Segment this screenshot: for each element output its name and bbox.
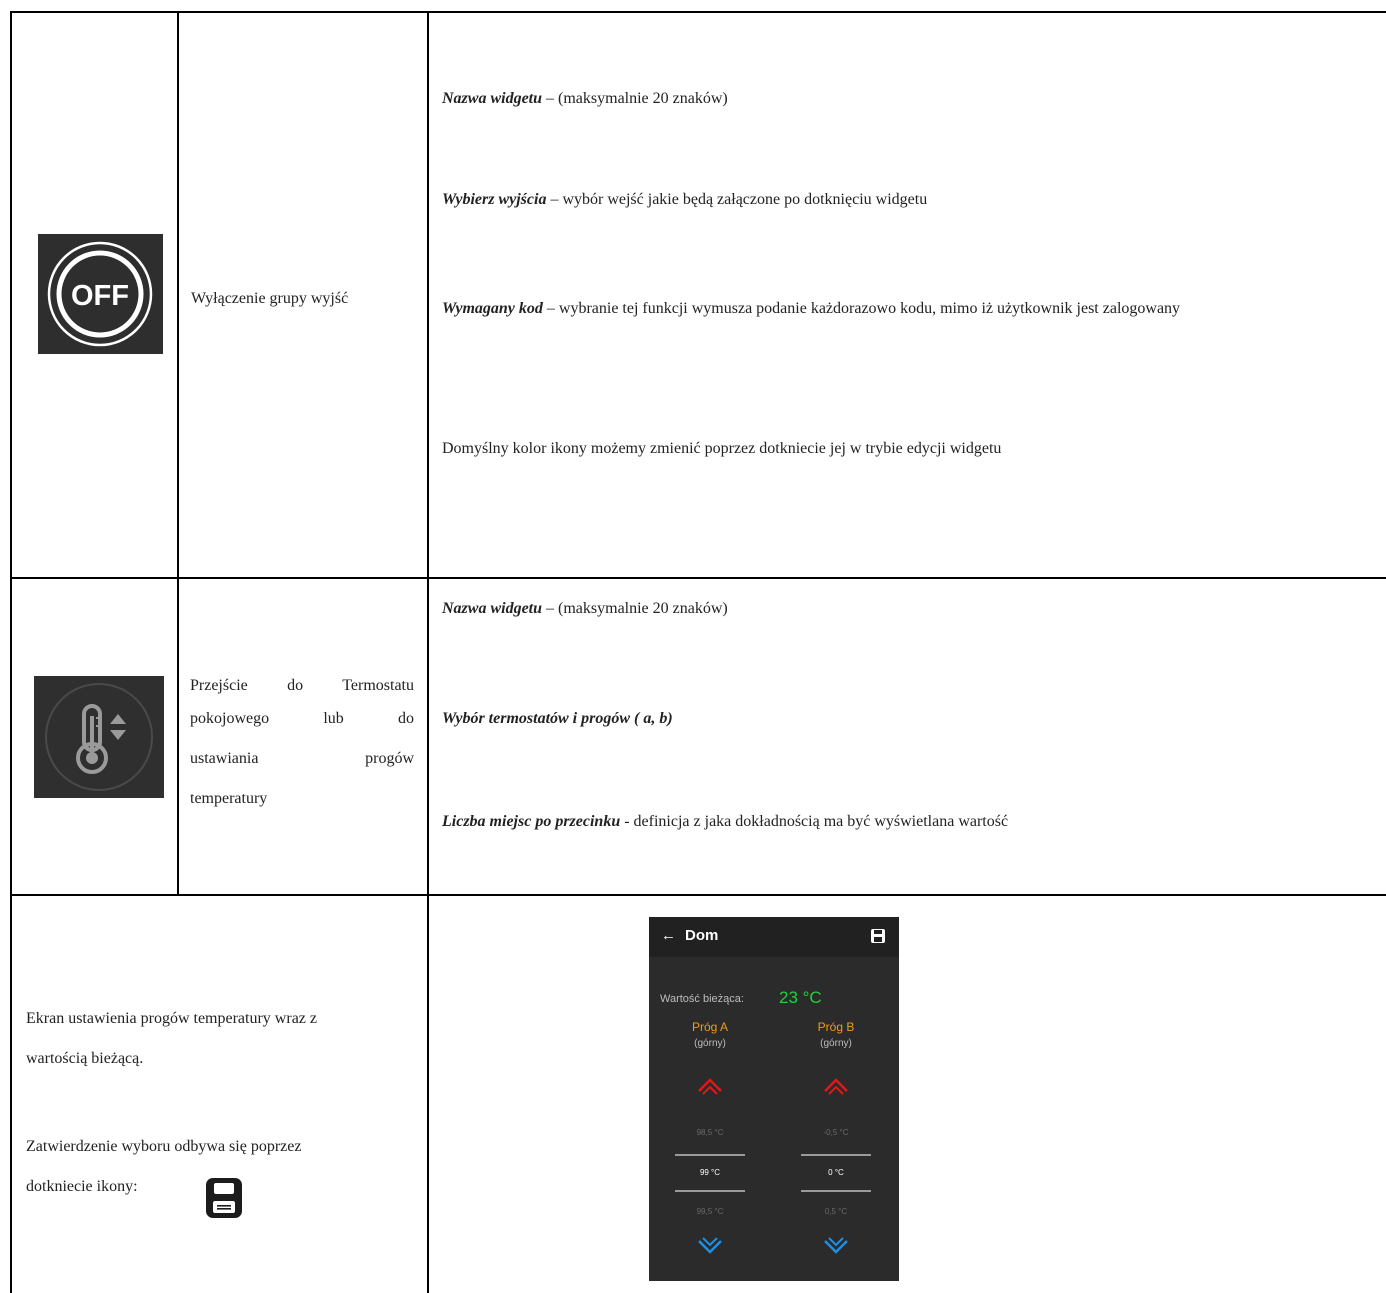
selection-line: [675, 1154, 745, 1156]
row-divider-2: [10, 894, 1386, 896]
phone-title: Dom: [685, 927, 719, 944]
row-2-detail-3: Liczba miejsc po przecinku - definicja z…: [442, 813, 1009, 830]
threshold-a-value[interactable]: 99 °C: [670, 1168, 750, 1177]
table-border-top: [10, 11, 1386, 13]
row-2-detail-1: Nazwa widgetu – (maksymalnie 20 znaków): [442, 600, 728, 617]
bottom-desc-line-2: wartością bieżącą.: [26, 1050, 144, 1067]
threshold-b-sub: (górny): [820, 1038, 852, 1049]
threshold-a-prev: 98,5 °C: [696, 1128, 724, 1137]
row-2-name-line-3: ustawiania progów: [190, 750, 414, 767]
threshold-a-next: 99,5 °C: [696, 1207, 724, 1216]
row-1-detail-3: Wymagany kod – wybranie tej funkcji wymu…: [442, 300, 1181, 317]
bottom-confirm-line-1: Zatwierdzenie wyboru odbywa się poprzez: [26, 1138, 302, 1155]
selection-line: [801, 1154, 871, 1156]
column-divider-2: [427, 11, 429, 1293]
selection-line: [801, 1190, 871, 1192]
threshold-a-sub: (górny): [694, 1038, 726, 1049]
column-divider-1: [177, 11, 179, 895]
off-icon: OFF: [38, 234, 163, 354]
bottom-confirm-line-2: dotkniecie ikony:: [26, 1178, 138, 1195]
back-arrow-icon[interactable]: ←: [661, 927, 676, 944]
threshold-b-value[interactable]: 0 °C: [796, 1168, 876, 1177]
selection-line: [675, 1190, 745, 1192]
phone-screenshot: ← Dom Wartość bieżąca: 23 °C Próg A (gór…: [649, 917, 899, 1281]
row-2-name-line-4: temperatury: [190, 790, 268, 807]
save-icon: [204, 1176, 244, 1220]
row-2-name-line-1: Przejście do Termostatu: [190, 677, 414, 694]
save-icon[interactable]: [871, 929, 885, 943]
row-1-detail-2: Wybierz wyjścia – wybór wejść jakie będą…: [442, 191, 928, 208]
row-1-name: Wyłączenie grupy wyjść: [191, 290, 349, 307]
phone-app-bar: ← Dom: [649, 917, 899, 957]
row-1-detail-4: Domyślny kolor ikony możemy zmienić popr…: [442, 440, 1002, 457]
chevron-down-icon[interactable]: [696, 1236, 724, 1258]
current-value-label: Wartość bieżąca:: [660, 993, 744, 1005]
threshold-b-prev: -0,5 °C: [823, 1128, 849, 1137]
current-value: 23 °C: [779, 988, 822, 1007]
row-divider-1: [10, 577, 1386, 579]
chevron-up-icon[interactable]: [822, 1074, 850, 1096]
threshold-b-title: Próg B: [817, 1020, 855, 1034]
threshold-b-next: 0,5 °C: [824, 1207, 848, 1216]
svg-text:OFF: OFF: [71, 280, 129, 312]
document-table: OFF Wyłączenie grupy wyjść Nazwa widgetu…: [0, 0, 1386, 1293]
row-2-name-line-2: pokojowego lub do: [190, 710, 414, 727]
row-2-detail-2: Wybór termostatów i progów ( a, b): [442, 710, 673, 727]
table-border-left: [10, 11, 12, 1293]
row-1-detail-1: Nazwa widgetu – (maksymalnie 20 znaków): [442, 90, 728, 107]
chevron-down-icon[interactable]: [822, 1236, 850, 1258]
chevron-up-icon[interactable]: [696, 1074, 724, 1096]
bottom-desc-line-1: Ekran ustawienia progów temperatury wraz…: [26, 1010, 317, 1027]
threshold-a-title: Próg A: [691, 1020, 729, 1034]
thermometer-icon: [34, 676, 164, 798]
